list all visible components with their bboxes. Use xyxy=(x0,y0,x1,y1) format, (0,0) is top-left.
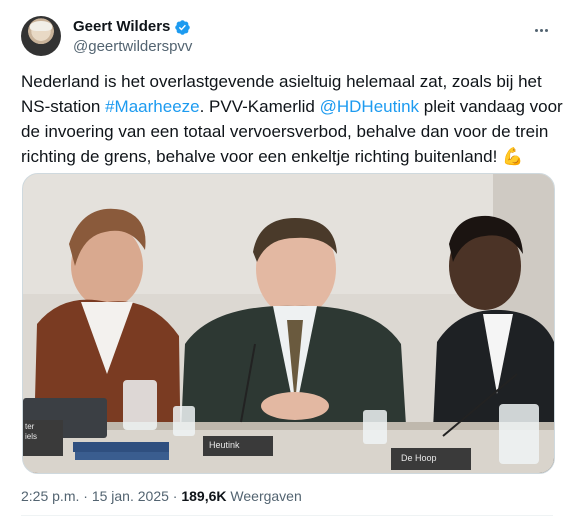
tweet-line-1: Nederland is het overlastgevende asieltu… xyxy=(21,72,542,91)
meta-separator: · xyxy=(172,488,178,504)
tweet-line-2: NS-station #Maarheeze. PVV-Kamerlid @HDH… xyxy=(21,94,563,119)
divider xyxy=(21,515,553,516)
tweet-header: Geert Wilders @geertwilderspvv xyxy=(21,16,555,60)
tweet-text: Nederland is het overlastgevende asieltu… xyxy=(21,69,563,169)
tweet-text-fragment: pleit vandaag voor xyxy=(419,97,563,116)
hashtag-link[interactable]: #Maarheeze xyxy=(105,97,200,116)
meta-separator: · xyxy=(83,488,88,504)
tweet-text-fragment: NS-station xyxy=(21,97,106,116)
name-card-de-hoop: De Hoop xyxy=(401,453,437,463)
author-handle[interactable]: @geertwilderspvv xyxy=(73,37,192,57)
tweet-line-3: de invoering van een totaal vervoersverb… xyxy=(21,122,549,141)
tweet-time[interactable]: 2:25 p.m. xyxy=(21,488,79,504)
name-row: Geert Wilders xyxy=(73,17,192,37)
tweet-date[interactable]: 15 jan. 2025 xyxy=(92,488,169,504)
tweet-meta: 2:25 p.m. · 15 jan. 2025 · 189,6K Weerga… xyxy=(21,486,302,506)
tweet-line-4: richting de grens, behalve voor een enke… xyxy=(21,144,551,169)
video-frame xyxy=(23,174,554,473)
views-label: Weergaven xyxy=(230,488,302,504)
author-display-name[interactable]: Geert Wilders xyxy=(73,17,170,37)
more-horizontal-icon[interactable] xyxy=(531,20,551,40)
verified-badge-icon xyxy=(175,19,191,35)
tweet-text-fragment: . PVV-Kamerlid xyxy=(199,97,320,116)
tweet-text-fragment: richting de grens, behalve voor een enke… xyxy=(21,147,498,166)
name-card-heutink: Heutink xyxy=(209,440,240,450)
mention-link[interactable]: @HDHeutink xyxy=(320,97,419,116)
flexed-biceps-emoji: 💪 xyxy=(502,147,524,166)
author-block: Geert Wilders @geertwilderspvv xyxy=(73,17,192,57)
avatar[interactable] xyxy=(21,16,61,56)
views-count[interactable]: 189,6K xyxy=(181,488,226,504)
tweet-video[interactable]: Heutink De Hoop ter iels xyxy=(22,173,555,474)
name-card-left: ter iels xyxy=(25,422,38,441)
